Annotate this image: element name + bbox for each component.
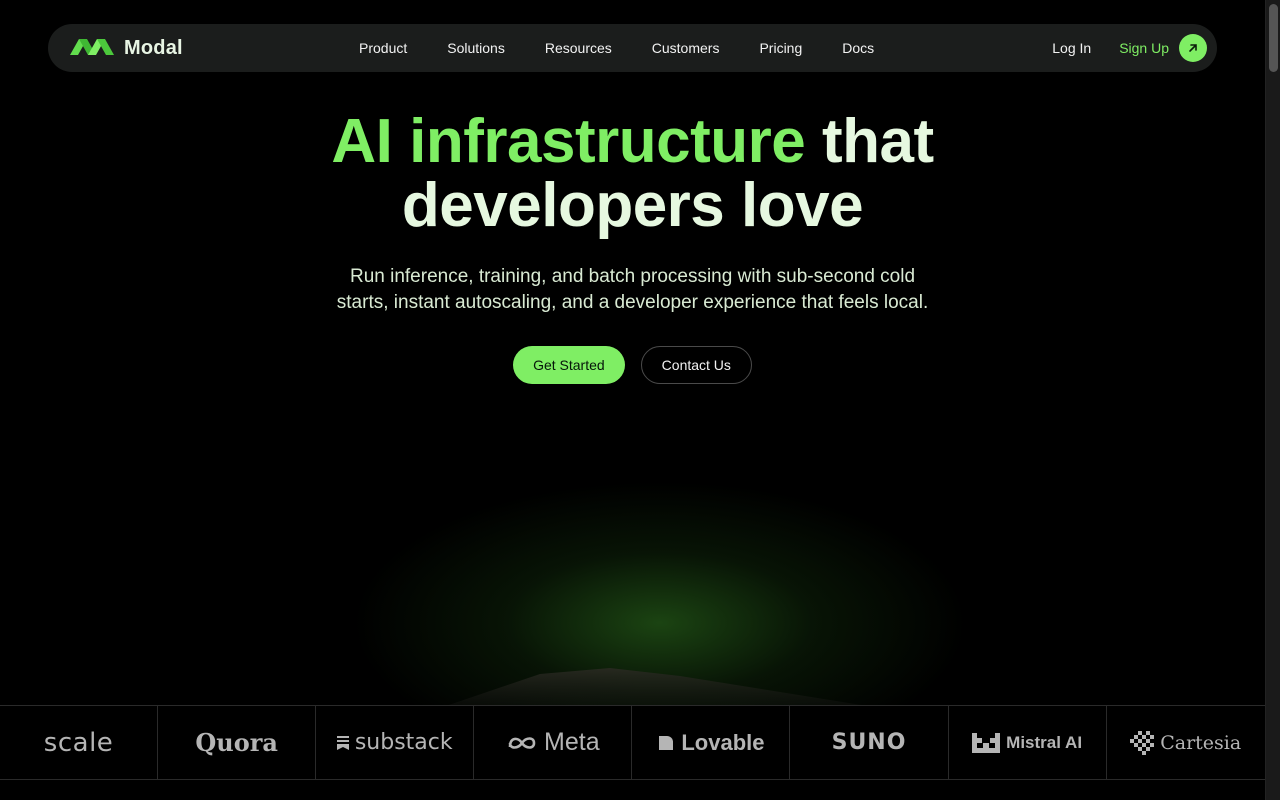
signup-button[interactable] — [1179, 34, 1207, 62]
logo-substack: substack — [316, 706, 475, 779]
substack-icon — [336, 735, 349, 750]
brand[interactable]: Modal — [70, 37, 310, 60]
logo-mistral: Mistral AI — [949, 706, 1107, 779]
mistral-m-icon — [972, 732, 1001, 753]
headline-line2: developers love — [401, 171, 864, 240]
subtitle-line1: Run inference, training, and batch proce… — [349, 266, 916, 287]
subtitle-line2: starts, instant autoscaling, and a devel… — [336, 292, 929, 313]
lovable-heart-icon — [659, 735, 674, 750]
scale-logo: scale — [43, 727, 114, 758]
nav-link-solutions[interactable]: Solutions — [447, 40, 505, 56]
quora-logo: Quora — [195, 728, 278, 757]
scrollbar-thumb[interactable] — [1269, 4, 1278, 72]
nav-link-customers[interactable]: Customers — [652, 40, 720, 56]
contact-us-button[interactable]: Contact Us — [640, 346, 752, 384]
nav-link-product[interactable]: Product — [359, 40, 407, 56]
logo-quora: Quora — [158, 706, 317, 779]
nav-link-resources[interactable]: Resources — [545, 40, 612, 56]
modal-logo-icon — [70, 37, 114, 59]
cartesia-checker-icon — [1130, 730, 1155, 755]
meta-infinity-icon — [508, 736, 536, 749]
page-scrollbar[interactable] — [1265, 0, 1280, 800]
get-started-button[interactable]: Get Started — [513, 346, 625, 384]
logo-cartesia: Cartesia — [1107, 706, 1265, 779]
hero-section: AI infrastructure that developers love R… — [0, 110, 1265, 384]
headline-rest: that — [821, 107, 934, 176]
customer-logos: scale Quora substack Meta Lovable SUNO M… — [0, 705, 1265, 780]
signup-link[interactable]: Sign Up — [1119, 40, 1169, 56]
login-link[interactable]: Log In — [1052, 40, 1091, 56]
mistral-logo: Mistral AI — [1006, 732, 1083, 752]
logo-suno: SUNO — [790, 706, 949, 779]
logo-meta: Meta — [474, 706, 633, 779]
logo-lovable: Lovable — [632, 706, 791, 779]
hero-glow-mound — [440, 668, 880, 708]
nav-link-pricing[interactable]: Pricing — [759, 40, 802, 56]
suno-logo: SUNO — [831, 730, 907, 755]
nav-link-docs[interactable]: Docs — [842, 40, 874, 56]
logo-scale: scale — [0, 706, 159, 779]
hero-subtitle: Run inference, training, and batch proce… — [0, 264, 1265, 316]
lovable-logo: Lovable — [681, 729, 765, 755]
substack-logo: substack — [354, 730, 453, 755]
meta-logo: Meta — [544, 728, 600, 756]
top-navbar: Modal Product Solutions Resources Custom… — [48, 24, 1217, 72]
cartesia-logo: Cartesia — [1160, 731, 1242, 754]
nav-links: Product Solutions Resources Customers Pr… — [359, 24, 874, 72]
headline-accent: AI infrastructure — [331, 107, 806, 176]
arrow-up-right-icon — [1189, 44, 1197, 52]
brand-name: Modal — [124, 36, 183, 59]
nav-actions: Log In Sign Up — [1052, 24, 1207, 72]
hero-headline: AI infrastructure that developers love — [0, 110, 1265, 238]
cta-row: Get Started Contact Us — [0, 346, 1265, 384]
